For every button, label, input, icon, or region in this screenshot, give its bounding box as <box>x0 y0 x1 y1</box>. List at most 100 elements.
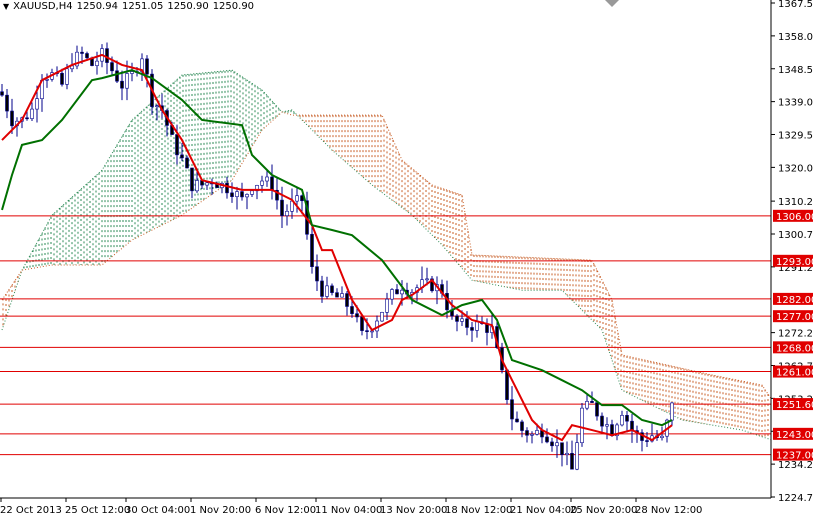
candle-body <box>385 298 389 313</box>
candle-body <box>25 117 29 120</box>
candle-body <box>585 401 589 409</box>
candle-body <box>620 415 624 426</box>
price-tick-label: 1272.25 <box>778 329 813 340</box>
scroll-marker-icon[interactable] <box>605 0 619 7</box>
price-chart[interactable]: 1367.50 1358.00 1348.50 1339.00 1329.50 1320.… <box>0 0 813 519</box>
ichimoku-cloud <box>2 70 769 439</box>
candle-body <box>45 78 49 81</box>
candle-body <box>465 318 469 328</box>
price-tick-label: 1348.50 <box>778 65 813 76</box>
candle-body <box>645 440 649 442</box>
candle-body <box>350 306 354 314</box>
ohlc-open: 1250.94 <box>76 1 118 12</box>
candle-body <box>230 192 234 197</box>
candle-body <box>320 280 324 297</box>
candle-body <box>600 415 604 427</box>
candle-body <box>590 401 594 403</box>
candle-body <box>335 292 339 298</box>
time-tick-label: 11 Nov 04:00 <box>315 505 382 516</box>
candle-body <box>340 293 344 298</box>
level-price-label: 1293.00 <box>776 257 813 268</box>
candle-body <box>105 48 109 63</box>
chart-header: ▼ XAUUSD,H4 1250.94 1251.05 1250.90 1250… <box>3 1 258 12</box>
candle-body <box>530 433 534 436</box>
candles <box>0 42 674 471</box>
candle-body <box>470 327 474 331</box>
candle-body <box>360 316 364 331</box>
price-tick-label: 1224.75 <box>778 493 813 504</box>
candle-body <box>555 442 559 447</box>
candle-body <box>145 58 149 75</box>
candle-body <box>565 452 569 456</box>
candle-body <box>345 293 349 307</box>
candle-body <box>510 399 514 420</box>
candle-body <box>115 70 119 82</box>
candle-body <box>575 442 579 470</box>
price-tick-label: 1234.25 <box>778 460 813 471</box>
candle-body <box>670 402 674 421</box>
candle-body <box>425 278 429 281</box>
candle-body <box>295 195 299 202</box>
candle-body <box>85 53 89 59</box>
candle-body <box>195 180 199 192</box>
candle-body <box>355 313 359 318</box>
candle-body <box>10 110 14 127</box>
candle-body <box>260 180 264 186</box>
triangle-down-icon[interactable]: ▼ <box>3 2 9 11</box>
candle-body <box>330 285 334 293</box>
time-tick-label: 18 Nov 12:00 <box>445 505 512 516</box>
price-tick-label: 1339.00 <box>778 98 813 109</box>
candle-body <box>225 183 229 194</box>
candle-body <box>240 191 244 198</box>
ohlc-close: 1250.90 <box>212 1 255 12</box>
candle-body <box>80 51 84 54</box>
time-tick-label: 1 Nov 20:00 <box>190 505 251 516</box>
candle-body <box>35 98 39 110</box>
candle-body <box>30 108 34 119</box>
candle-body <box>560 442 564 456</box>
time-tick-label: 25 Oct 12:00 <box>65 505 130 516</box>
candle-body <box>325 285 329 297</box>
candle-body <box>0 91 4 96</box>
candle-body <box>310 233 314 267</box>
time-tick-label: 25 Nov 20:00 <box>570 505 637 516</box>
candle-body <box>505 369 509 400</box>
candle-body <box>535 430 539 435</box>
candle-body <box>315 266 319 282</box>
level-price-label: 1268.00 <box>776 343 813 354</box>
candle-body <box>205 182 209 186</box>
level-price-label: 1237.00 <box>776 451 813 462</box>
candle-body <box>250 190 254 195</box>
candle-body <box>515 418 519 423</box>
candle-body <box>130 71 134 74</box>
candle-body <box>110 62 114 72</box>
candle-body <box>270 176 274 191</box>
candle-body <box>605 424 609 427</box>
level-price-label: 1282.00 <box>776 295 813 306</box>
time-tick-label: 28 Nov 12:00 <box>635 505 702 516</box>
candle-body <box>245 194 249 198</box>
price-tick-label: 1329.50 <box>778 131 813 142</box>
candle-body <box>570 452 574 470</box>
candle-body <box>380 311 384 322</box>
candle-body <box>65 68 69 85</box>
price-tick-label: 1320.00 <box>778 163 813 174</box>
level-price-label: 1306.00 <box>776 212 813 223</box>
price-tick-label: 1310.25 <box>778 197 813 208</box>
candle-body <box>460 318 464 322</box>
candle-body <box>545 436 549 443</box>
candle-body <box>60 72 64 85</box>
ohlc-high: 1251.05 <box>121 1 164 12</box>
candle-body <box>625 415 629 422</box>
candle-body <box>235 191 239 197</box>
candle-body <box>185 157 189 169</box>
candle-body <box>265 176 269 182</box>
candle-body <box>475 321 479 331</box>
tenkan-sen-line <box>1 53 673 442</box>
candle-body <box>520 421 524 431</box>
level-price-label: 1251.60 <box>776 400 813 411</box>
candle-body <box>155 105 159 108</box>
candle-body <box>125 73 129 89</box>
ohlc-low: 1250.90 <box>167 1 209 12</box>
candle-body <box>120 80 124 89</box>
